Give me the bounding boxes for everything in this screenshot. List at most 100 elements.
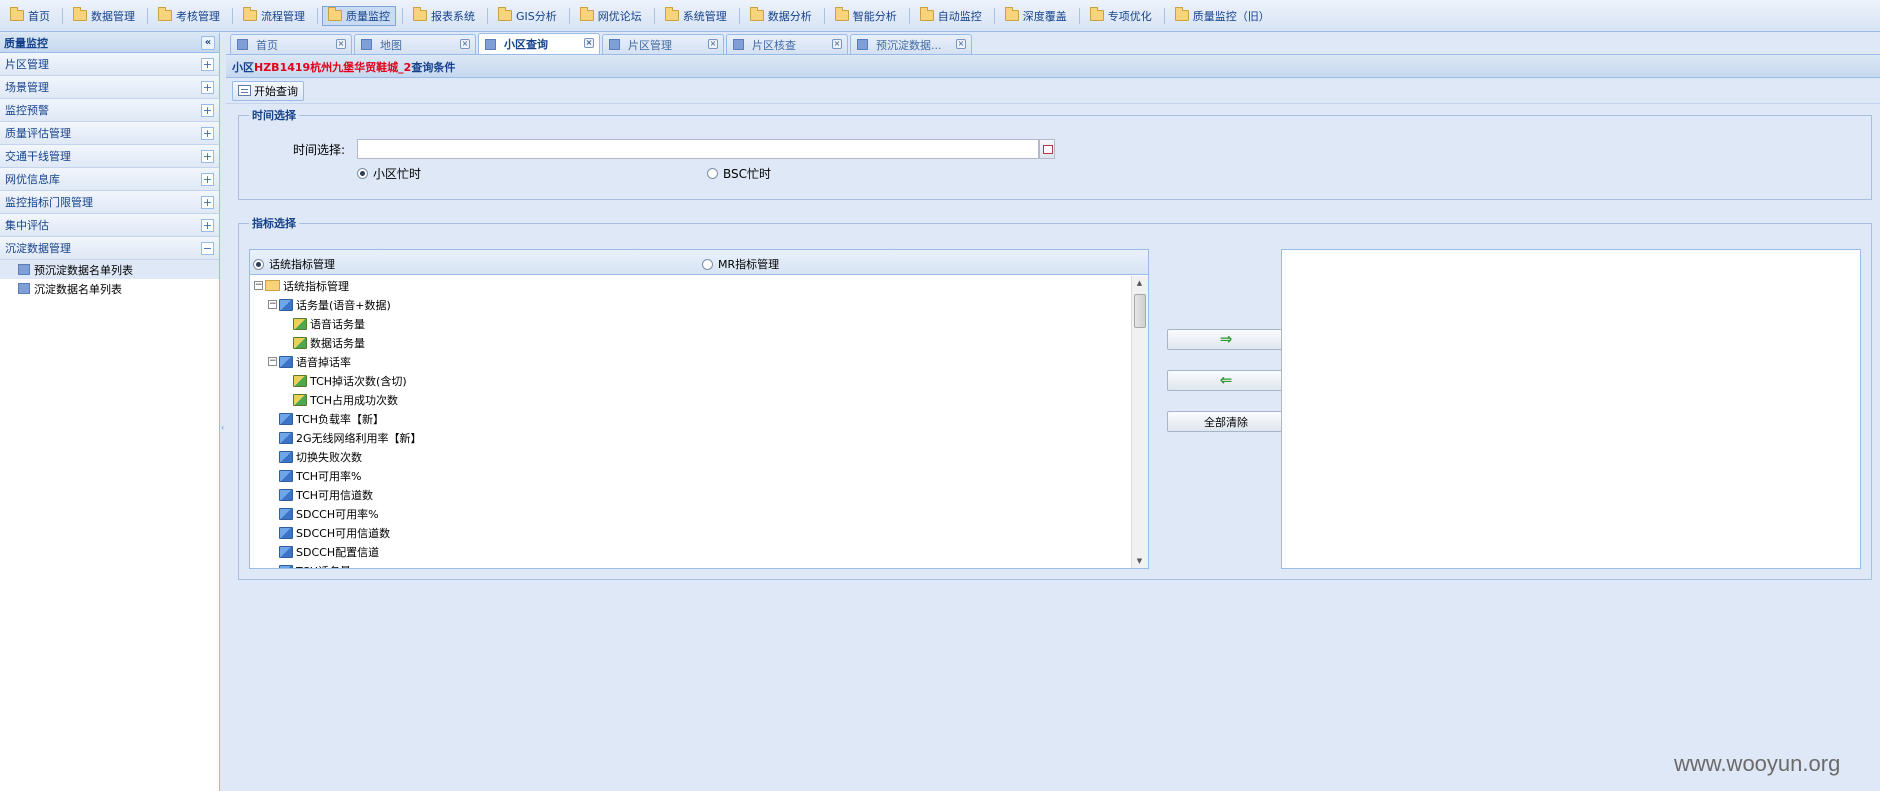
expand-icon[interactable]: +: [201, 172, 214, 186]
sidebar-item[interactable]: 网优信息库 +: [0, 168, 219, 191]
tab[interactable]: 预沉淀数据... ×: [850, 34, 972, 54]
menu-item[interactable]: 深度覆盖: [999, 6, 1073, 26]
scroll-thumb[interactable]: [1134, 294, 1146, 328]
tree-node[interactable]: 数据话务量: [250, 333, 1132, 352]
index-group-icon: [279, 507, 293, 520]
expand-icon[interactable]: +: [201, 149, 214, 163]
tree-node[interactable]: − 话统指标管理: [250, 276, 1132, 295]
tree-collapse-icon[interactable]: −: [268, 357, 277, 366]
close-icon[interactable]: ×: [460, 39, 470, 49]
collapse-icon[interactable]: −: [201, 241, 214, 255]
tree-node-label: 语音话务量: [310, 317, 365, 331]
menu-item[interactable]: 考核管理: [152, 6, 226, 26]
menu-item[interactable]: 报表系统: [407, 6, 481, 26]
tree-node[interactable]: − 话务量(语音+数据): [250, 295, 1132, 314]
tree-node[interactable]: TCH可用信道数: [250, 485, 1132, 504]
selected-index-list[interactable]: [1281, 249, 1861, 569]
tab[interactable]: 地图 ×: [354, 34, 476, 54]
tab[interactable]: 小区查询 ×: [478, 33, 600, 54]
menu-item[interactable]: 智能分析: [829, 6, 903, 26]
menu-separator: [317, 7, 318, 24]
radio-dot-cell-busy[interactable]: [357, 168, 368, 179]
scroll-down-icon[interactable]: ▼: [1132, 554, 1147, 568]
tab[interactable]: 片区核查 ×: [726, 34, 848, 54]
tree-node-label: 2G无线网络利用率【新】: [296, 431, 422, 445]
menu-item-label: 报表系统: [431, 9, 475, 23]
sidebar-item[interactable]: 场景管理 +: [0, 76, 219, 99]
expand-icon[interactable]: +: [201, 195, 214, 209]
radio-dot-bsc-busy[interactable]: [707, 168, 718, 179]
tree-node[interactable]: 语音话务量: [250, 314, 1132, 333]
menu-item[interactable]: GIS分析: [492, 6, 563, 26]
tree-node[interactable]: 2G无线网络利用率【新】: [250, 428, 1132, 447]
radio-mr-index[interactable]: MR指标管理: [702, 256, 779, 272]
tree-node-label: TCH可用率%: [296, 469, 362, 483]
menu-item[interactable]: 数据管理: [67, 6, 141, 26]
close-icon[interactable]: ×: [708, 39, 718, 49]
tree-node[interactable]: TCH话务量: [250, 561, 1132, 568]
add-selected-button[interactable]: ⇒: [1167, 329, 1285, 350]
menu-item[interactable]: 网优论坛: [574, 6, 648, 26]
collapse-sidebar-icon[interactable]: «: [201, 35, 215, 50]
sidebar-item-label: 集中评估: [5, 219, 49, 232]
sidebar-item-label: 片区管理: [5, 58, 49, 71]
tree-node-label: SDCCH配置信道: [296, 545, 380, 559]
radio-bsc-busy[interactable]: BSC忙时: [707, 165, 771, 182]
calendar-icon[interactable]: [1039, 139, 1055, 159]
sidebar-subitem[interactable]: 预沉淀数据名单列表: [0, 260, 219, 279]
sidebar-item[interactable]: 集中评估 +: [0, 214, 219, 237]
tree-node[interactable]: TCH可用率%: [250, 466, 1132, 485]
close-icon[interactable]: ×: [584, 38, 594, 48]
tree-node[interactable]: SDCCH配置信道: [250, 542, 1132, 561]
close-icon[interactable]: ×: [832, 39, 842, 49]
close-icon[interactable]: ×: [336, 39, 346, 49]
sidebar-item[interactable]: 监控指标门限管理 +: [0, 191, 219, 214]
radio-dot-traffic[interactable]: [253, 258, 264, 270]
sidebar-item[interactable]: 片区管理 +: [0, 53, 219, 76]
sidebar-item[interactable]: 质量评估管理 +: [0, 122, 219, 145]
tree-node[interactable]: SDCCH可用信道数: [250, 523, 1132, 542]
radio-traffic-index[interactable]: 话统指标管理: [253, 256, 335, 272]
sidebar-item[interactable]: 交通干线管理 +: [0, 145, 219, 168]
expand-icon[interactable]: +: [201, 218, 214, 232]
menu-item[interactable]: 流程管理: [237, 6, 311, 26]
tab[interactable]: 片区管理 ×: [602, 34, 724, 54]
sidebar-item[interactable]: 监控预警 +: [0, 99, 219, 122]
menu-separator: [738, 7, 740, 24]
menu-item[interactable]: 质量监控（旧）: [1169, 6, 1276, 26]
menu-item[interactable]: 专项优化: [1084, 6, 1158, 26]
sidebar-item[interactable]: 沉淀数据管理 −: [0, 237, 219, 260]
tree-node[interactable]: − 语音掉话率: [250, 352, 1132, 371]
menu-item[interactable]: 自动监控: [914, 6, 988, 26]
clear-all-label: 全部清除: [1204, 415, 1248, 429]
clear-all-button[interactable]: 全部清除: [1167, 411, 1285, 432]
menu-item[interactable]: 数据分析: [744, 6, 818, 26]
close-icon[interactable]: ×: [956, 39, 966, 49]
tree-collapse-icon[interactable]: −: [254, 281, 263, 290]
radio-dot-mr[interactable]: [702, 258, 713, 270]
sidebar-subitem[interactable]: 沉淀数据名单列表: [0, 279, 219, 298]
tree-collapse-icon[interactable]: −: [268, 300, 277, 309]
remove-selected-button[interactable]: ⇐: [1167, 370, 1285, 391]
radio-cell-busy[interactable]: 小区忙时: [357, 165, 421, 182]
query-toolbar: 开始查询: [226, 78, 1880, 104]
menu-item[interactable]: 质量监控: [322, 5, 396, 26]
tab[interactable]: 首页 ×: [230, 34, 352, 54]
menu-item[interactable]: 首页: [4, 6, 56, 26]
index-group-icon: [279, 431, 293, 444]
time-input[interactable]: [357, 139, 1039, 159]
start-query-button[interactable]: 开始查询: [232, 80, 304, 101]
menu-item[interactable]: 系统管理: [659, 6, 733, 26]
expand-icon[interactable]: +: [201, 80, 214, 94]
expand-icon[interactable]: +: [201, 103, 214, 117]
tree-node[interactable]: 切换失败次数: [250, 447, 1132, 466]
tree-node[interactable]: TCH占用成功次数: [250, 390, 1132, 409]
tree-node[interactable]: SDCCH可用率%: [250, 504, 1132, 523]
scroll-up-icon[interactable]: ▲: [1132, 276, 1147, 290]
tree-node[interactable]: TCH掉话次数(含切): [250, 371, 1132, 390]
expand-icon[interactable]: +: [201, 57, 214, 71]
tree-scrollbar[interactable]: ▲ ▼: [1131, 276, 1148, 568]
tab-label: 小区查询: [504, 38, 548, 51]
tree-node[interactable]: TCH负载率【新】: [250, 409, 1132, 428]
expand-icon[interactable]: +: [201, 126, 214, 140]
